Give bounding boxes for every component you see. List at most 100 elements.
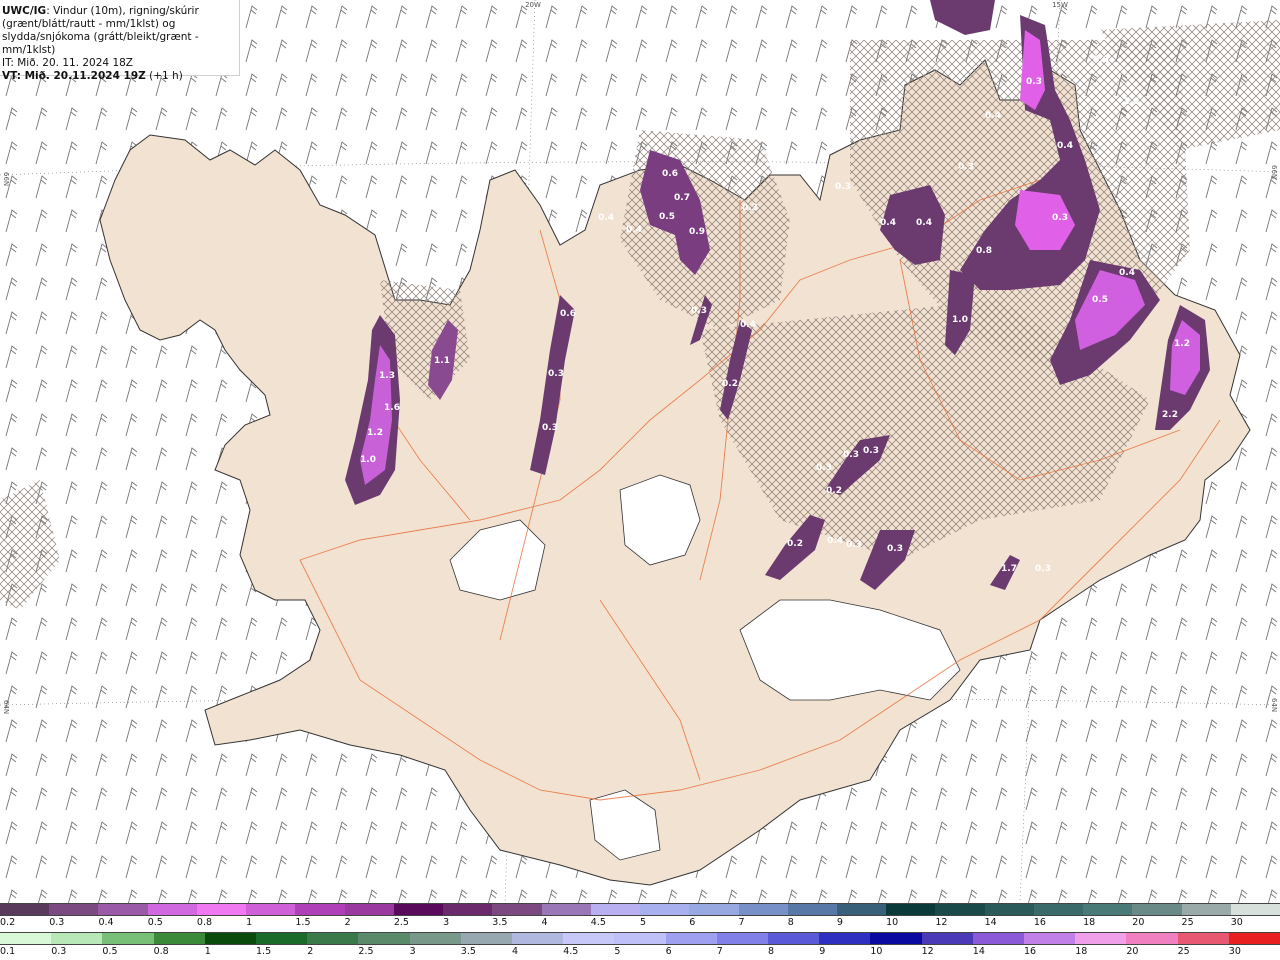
precip-value-label: 1.6 [1123, 97, 1139, 107]
label-64n-left: 64N [2, 700, 10, 714]
legend-tick-label: 18 [1083, 917, 1096, 928]
legend-tick-label: 5 [640, 917, 647, 928]
legend-ticks-snow: 0.2 0.3 0.4 0.5 0.8 1 1.5 2 2.5 3 3.5 4 4.5 5 6 7 8 9 10 12… [0, 917, 1280, 929]
legend-tick-label: 1.5 [295, 917, 311, 928]
legend-swatch [886, 904, 936, 915]
precip-value-label: 0.4 [1119, 268, 1135, 278]
legend-tick-label: 16 [1024, 946, 1037, 957]
legend-tick-label: 18 [1075, 946, 1088, 957]
legend-swatch [51, 933, 103, 944]
weather-map: 1.31.61.21.01.10.60.30.30.40.40.60.50.70… [0, 0, 1280, 903]
precip-value-label: 0.2 [722, 379, 738, 389]
label-20w: 20W [525, 1, 541, 9]
precip-value-label: 0.8 [976, 246, 992, 256]
legend-swatch [689, 904, 739, 915]
legend-swatch [460, 933, 513, 944]
legend-swatch [409, 933, 461, 944]
legend-swatch [1181, 904, 1231, 915]
legend-tick-label: 4.5 [590, 917, 606, 928]
precip-value-label: 0.4 [827, 536, 843, 546]
legend-tick-label: 7 [716, 946, 723, 957]
legend-tick-label: 12 [935, 917, 948, 928]
legend-swatch [935, 904, 985, 915]
legend-swatch [563, 933, 615, 944]
legend-tick-label: 3.5 [492, 917, 508, 928]
legend-swatch [1228, 933, 1280, 944]
legend-bar-rain [0, 932, 1280, 945]
legend-swatch [1230, 904, 1280, 915]
legend-swatch [344, 904, 394, 915]
legend-swatch [492, 904, 542, 915]
legend-swatch [1075, 933, 1127, 944]
map-title-box: UWC/IG: Vindur (10m), rigning/skúrir (gr… [0, 0, 240, 82]
legend-swatch [738, 904, 788, 915]
legend-tick-label: 16 [1033, 917, 1046, 928]
legend-tick-label: 2 [344, 917, 351, 928]
precip-value-label: 0.7 [674, 193, 690, 203]
legend-tick-label: 2.5 [358, 946, 374, 957]
legend-bar-snow [0, 903, 1280, 916]
legend-tick-label: 1 [204, 946, 211, 957]
legend-swatch [204, 933, 257, 944]
precip-value-label: 0.4 [985, 111, 1001, 121]
legend-ticks-rain: 0.1 0.3 0.5 0.8 1 1.5 2 2.5 3 3.5 4 4.5 5 6 7 8 9 10 12 14 1… [0, 946, 1280, 958]
legend-swatch [102, 933, 154, 944]
legend-swatch [984, 904, 1034, 915]
precip-value-label: 0.3 [1026, 77, 1042, 87]
legend-tick-label: 3.5 [460, 946, 476, 957]
legend-swatch [0, 904, 50, 915]
precip-value-label: 1.0 [360, 455, 376, 465]
precip-value-label: 0.3 [1093, 55, 1109, 65]
legend-tick-label: 9 [819, 946, 826, 957]
legend-tick-label: 6 [665, 946, 672, 957]
legend-tick-label: 2.5 [393, 917, 409, 928]
precip-value-label: 0.3 [835, 182, 851, 192]
precip-value-label: 0.3 [691, 306, 707, 316]
precip-value-label: 2.2 [1162, 410, 1178, 420]
legend-tick-label: 8 [787, 917, 794, 928]
legend-swatch [393, 904, 444, 915]
precip-value-label: 0.3 [846, 540, 862, 550]
precip-value-label: 0.6 [560, 309, 576, 319]
legend-tick-label: 9 [836, 917, 843, 928]
legend-swatch [443, 904, 493, 915]
legend-tick-label: 20 [1126, 946, 1139, 957]
legend-swatch [640, 904, 690, 915]
legend-tick-label: 25 [1177, 946, 1190, 957]
legend-tick-label: 30 [1228, 946, 1241, 957]
legend-tick-label: 0.2 [0, 917, 16, 928]
color-legend: 0.2 0.3 0.4 0.5 0.8 1 1.5 2 2.5 3 3.5 4 4.5 5 6 7 8 9 10 12… [0, 903, 1280, 960]
precip-value-label: 0.4 [598, 213, 614, 223]
precip-value-label: 0.4 [880, 218, 896, 228]
legend-swatch [358, 933, 410, 944]
label-66n-right: 66N [1270, 165, 1278, 179]
precip-value-label: 0.3 [1052, 213, 1068, 223]
legend-tick-label: 3 [443, 917, 450, 928]
legend-swatch [972, 933, 1025, 944]
legend-swatch [819, 933, 871, 944]
precip-value-label: 0.9 [689, 227, 705, 237]
precip-value-label: 1.7 [1001, 564, 1017, 574]
legend-swatch [0, 933, 52, 944]
legend-tick-label: 5 [614, 946, 621, 957]
legend-tick-label: 4 [512, 946, 519, 957]
legend-tick-label: 0.1 [0, 946, 16, 957]
legend-tick-label: 0.3 [51, 946, 67, 957]
precip-value-label: 0.3 [863, 446, 879, 456]
precip-value-label: 0.3 [548, 369, 564, 379]
legend-tick-label: 7 [738, 917, 745, 928]
legend-tick-label: 1.5 [256, 946, 272, 957]
precip-value-label: 0.4 [916, 218, 932, 228]
legend-swatch [836, 904, 887, 915]
precip-value-label: 0.6 [662, 169, 678, 179]
legend-tick-label: 0.3 [49, 917, 65, 928]
legend-tick-label: 10 [886, 917, 899, 928]
legend-swatch [1033, 904, 1084, 915]
legend-swatch [921, 933, 973, 944]
precip-value-label: 0.5 [659, 212, 675, 222]
precip-value-label: 0.4 [740, 320, 756, 330]
legend-tick-label: 0.8 [196, 917, 213, 928]
precip-value-label: 1.1 [434, 356, 450, 366]
legend-swatch [512, 933, 564, 944]
precip-value-label: 0.3 [816, 463, 832, 473]
